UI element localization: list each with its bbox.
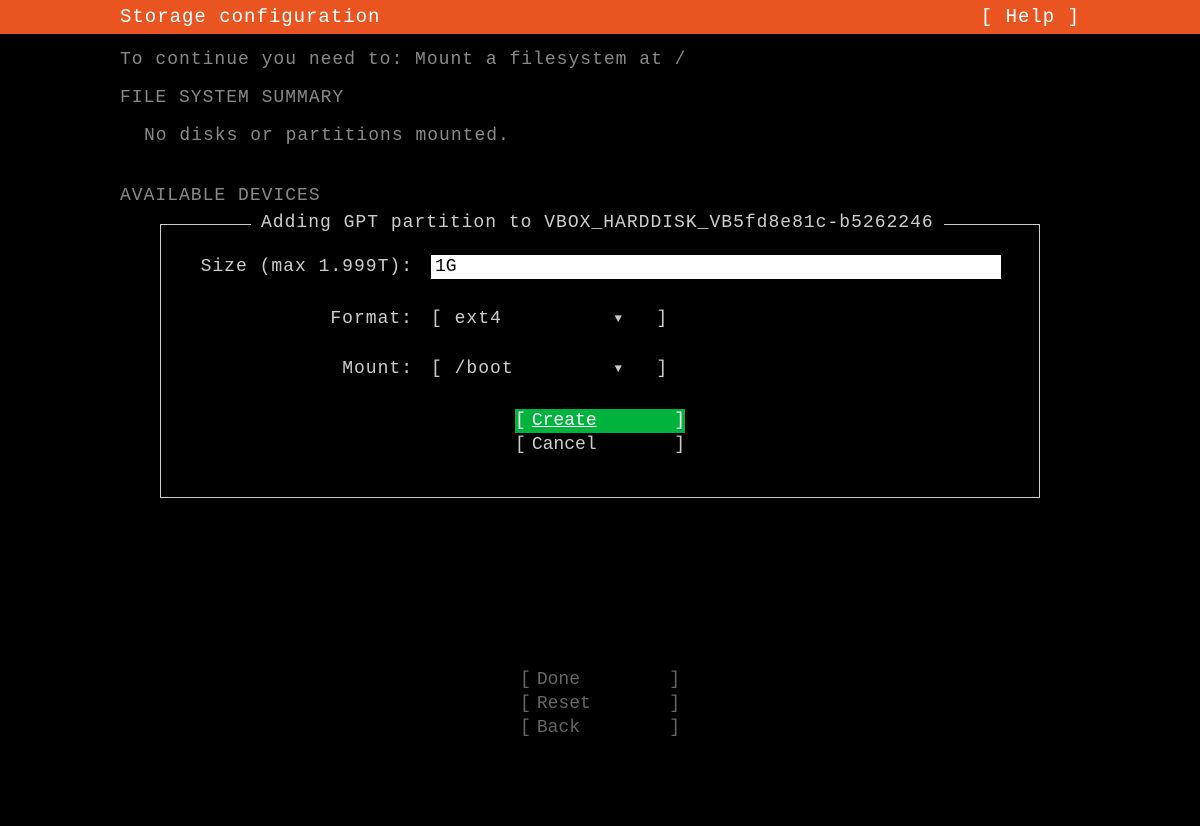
mount-label: Mount: [181,359,431,379]
done-button-label: Done [537,668,663,692]
chevron-down-icon: ▼ [615,362,645,376]
dialog-button-group: [ Create ] [ Cancel ] [181,409,1019,457]
bracket-left: [ [515,433,532,457]
format-row: Format: [ ext4 ▼ ] [181,309,1019,329]
bracket-left: [ [431,309,455,329]
done-button[interactable]: [ Done ] [520,668,680,692]
mount-row: Mount: [ /boot ▼ ] [181,359,1019,379]
bracket-right: ] [663,692,680,716]
main-content: To continue you need to: Mount a filesys… [0,34,1200,740]
bracket-right: ] [645,309,669,329]
format-value: ext4 [455,309,615,329]
bracket-right: ] [663,716,680,740]
format-dropdown[interactable]: [ ext4 ▼ ] [431,309,668,329]
continue-info-message: To continue you need to: Mount a filesys… [120,50,1080,70]
format-label: Format: [181,309,431,329]
reset-button-label: Reset [537,692,663,716]
help-button[interactable]: [ Help ] [981,6,1080,28]
back-button-label: Back [537,716,663,740]
bracket-right: ] [668,409,685,433]
size-label: Size (max 1.999T): [181,257,431,277]
bracket-left: [ [431,359,455,379]
dialog-title: Adding GPT partition to VBOX_HARDDISK_VB… [251,213,944,233]
bracket-left: [ [520,716,537,740]
filesystem-summary-heading: FILE SYSTEM SUMMARY [120,88,1080,108]
create-button[interactable]: [ Create ] [515,409,685,433]
add-partition-dialog: Adding GPT partition to VBOX_HARDDISK_VB… [160,224,1040,498]
bracket-right: ] [645,359,669,379]
page-title: Storage configuration [120,6,380,28]
bracket-left: [ [520,668,537,692]
cancel-button[interactable]: [ Cancel ] [515,433,685,457]
mount-dropdown[interactable]: [ /boot ▼ ] [431,359,668,379]
chevron-down-icon: ▼ [615,312,645,326]
filesystem-summary-text: No disks or partitions mounted. [144,126,1080,146]
back-button[interactable]: [ Back ] [520,716,680,740]
bracket-right: ] [663,668,680,692]
bracket-left: [ [515,409,532,433]
footer-button-group: [ Done ] [ Reset ] [ Back ] [120,668,1080,740]
mount-value: /boot [455,359,615,379]
size-row: Size (max 1.999T): [181,255,1019,279]
header-bar: Storage configuration [ Help ] [0,0,1200,34]
bracket-left: [ [520,692,537,716]
bracket-right: ] [668,433,685,457]
size-input[interactable] [431,255,1001,279]
create-button-label: Create [532,409,668,433]
reset-button[interactable]: [ Reset ] [520,692,680,716]
available-devices-heading: AVAILABLE DEVICES [120,186,1080,206]
cancel-button-label: Cancel [532,433,668,457]
